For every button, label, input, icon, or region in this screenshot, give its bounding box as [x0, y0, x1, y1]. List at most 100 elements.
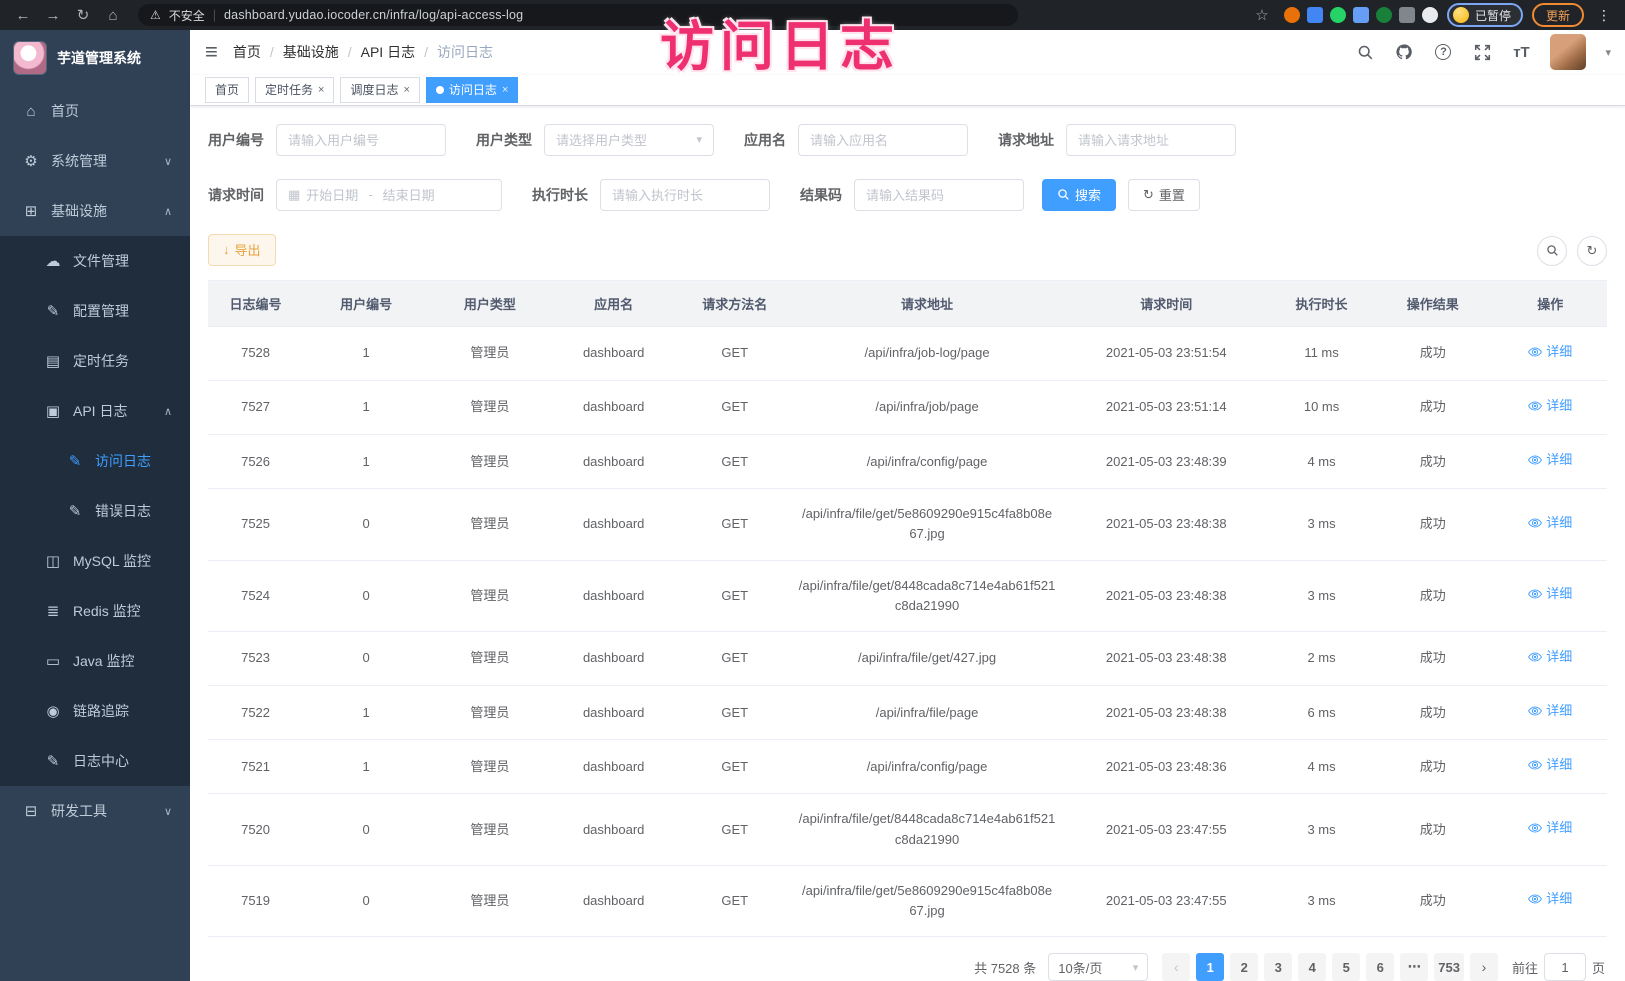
- sidebar-item-dev-tools[interactable]: ⊟研发工具∨: [0, 786, 190, 836]
- page-size-select[interactable]: 10条/页 ▾: [1048, 953, 1148, 981]
- sidebar-item-redis[interactable]: ≣Redis 监控: [0, 586, 190, 636]
- toggle-search-button[interactable]: [1537, 236, 1567, 266]
- close-icon[interactable]: ×: [318, 84, 324, 96]
- font-size-icon[interactable]: ᴛT: [1511, 42, 1531, 62]
- app-cell: dashboard: [551, 686, 677, 740]
- extension-icon[interactable]: [1399, 7, 1415, 23]
- tab-定时任务[interactable]: 定时任务×: [255, 77, 334, 103]
- goto-page-input[interactable]: 1: [1544, 953, 1586, 981]
- sidebar-item-trace[interactable]: ◉链路追踪: [0, 686, 190, 736]
- sidebar-item-java[interactable]: ▭Java 监控: [0, 636, 190, 686]
- browser-reload-icon[interactable]: ↻: [70, 6, 96, 24]
- breadcrumb-item[interactable]: 首页: [233, 42, 261, 62]
- address-bar[interactable]: ⚠ 不安全 | dashboard.yudao.iocoder.cn/infra…: [138, 4, 1018, 26]
- page-button-753[interactable]: 753: [1434, 953, 1464, 981]
- browser-update-button[interactable]: 更新: [1532, 3, 1584, 27]
- detail-link[interactable]: 详细: [1528, 450, 1572, 470]
- avatar-caret-icon[interactable]: ▾: [1605, 46, 1611, 59]
- hamburger-icon[interactable]: ≡: [190, 39, 233, 65]
- detail-link[interactable]: 详细: [1528, 396, 1572, 416]
- bookmark-star-icon[interactable]: ☆: [1249, 6, 1275, 24]
- refresh-icon: ↻: [1143, 187, 1154, 203]
- profile-chip[interactable]: 已暂停: [1447, 3, 1523, 27]
- detail-link[interactable]: 详细: [1528, 647, 1572, 667]
- tab-调度日志[interactable]: 调度日志×: [340, 77, 419, 103]
- page-button-3[interactable]: 3: [1264, 953, 1292, 981]
- search-button[interactable]: 搜索: [1042, 179, 1116, 211]
- request-url-input[interactable]: 请输入请求地址: [1066, 124, 1236, 156]
- user-type-cell: 管理员: [429, 489, 551, 560]
- extension-icon[interactable]: [1376, 7, 1392, 23]
- sidebar-item-log-center[interactable]: ✎日志中心: [0, 736, 190, 786]
- browser-forward-icon[interactable]: →: [40, 7, 66, 24]
- browser-home-icon[interactable]: ⌂: [100, 7, 126, 24]
- url-cell: /api/infra/job/page: [793, 380, 1062, 434]
- user-avatar[interactable]: [1550, 34, 1586, 70]
- sidebar-item-config[interactable]: ✎配置管理: [0, 286, 190, 336]
- extension-icon[interactable]: [1330, 7, 1346, 23]
- tab-首页[interactable]: 首页: [205, 77, 249, 103]
- breadcrumb-item[interactable]: API 日志: [361, 42, 415, 62]
- filter-request-time: 请求时间 ▦ 开始日期 - 结束日期: [208, 179, 502, 211]
- browser-menu-icon[interactable]: ⋮: [1593, 7, 1615, 24]
- result-code-input[interactable]: 请输入结果码: [854, 179, 1024, 211]
- sidebar-item-infra[interactable]: ⊞基础设施∧: [0, 186, 190, 236]
- detail-link[interactable]: 详细: [1528, 889, 1572, 909]
- page-button-6[interactable]: 6: [1366, 953, 1394, 981]
- page-button-4[interactable]: 4: [1298, 953, 1326, 981]
- user-type-select[interactable]: 请选择用户类型 ▾: [544, 124, 714, 156]
- next-page-button[interactable]: ›: [1470, 953, 1498, 981]
- sidebar-item-mysql[interactable]: ◫MySQL 监控: [0, 536, 190, 586]
- detail-link[interactable]: 详细: [1528, 342, 1572, 362]
- github-icon[interactable]: [1394, 42, 1414, 62]
- page-button-5[interactable]: 5: [1332, 953, 1360, 981]
- sidebar-item-home[interactable]: ⌂首页: [0, 86, 190, 136]
- prev-page-button[interactable]: ‹: [1162, 953, 1190, 981]
- browser-back-icon[interactable]: ←: [10, 7, 36, 24]
- extension-icon[interactable]: [1307, 7, 1323, 23]
- export-button[interactable]: ↓ 导出: [208, 234, 276, 266]
- sidebar-item-label: 研发工具: [51, 801, 107, 821]
- duration-input[interactable]: 请输入执行时长: [600, 179, 770, 211]
- help-icon[interactable]: ?: [1433, 42, 1453, 62]
- system-icon: ⚙: [20, 152, 42, 170]
- detail-link[interactable]: 详细: [1528, 701, 1572, 721]
- detail-link[interactable]: 详细: [1528, 755, 1572, 775]
- fullscreen-icon[interactable]: [1472, 42, 1492, 62]
- app-logo[interactable]: 芋道管理系统: [0, 30, 190, 86]
- sidebar-item-label: 访问日志: [95, 451, 151, 471]
- breadcrumb-item[interactable]: 基础设施: [283, 42, 339, 62]
- sidebar-item-file[interactable]: ☁文件管理: [0, 236, 190, 286]
- access-log-icon: ✎: [64, 452, 86, 470]
- tab-访问日志[interactable]: 访问日志×: [426, 77, 518, 103]
- log-id-cell: 7528: [208, 326, 303, 380]
- duration-cell: 2 ms: [1271, 631, 1372, 685]
- close-icon[interactable]: ×: [502, 84, 508, 96]
- extension-icon[interactable]: [1353, 7, 1369, 23]
- page-button-2[interactable]: 2: [1230, 953, 1258, 981]
- log-id-cell: 7521: [208, 740, 303, 794]
- detail-link[interactable]: 详细: [1528, 584, 1572, 604]
- sidebar-item-api-log[interactable]: ▣API 日志∧: [0, 386, 190, 436]
- sidebar-item-label: 日志中心: [73, 751, 129, 771]
- sidebar-item-job[interactable]: ▤定时任务: [0, 336, 190, 386]
- detail-link[interactable]: 详细: [1528, 513, 1572, 533]
- refresh-table-button[interactable]: ↻: [1577, 236, 1607, 266]
- sidebar-item-access-log[interactable]: ✎ 访问日志: [0, 436, 190, 486]
- user-id-input[interactable]: 请输入用户编号: [276, 124, 446, 156]
- app-name-input[interactable]: 请输入应用名: [798, 124, 968, 156]
- date-range-picker[interactable]: ▦ 开始日期 - 结束日期: [276, 179, 502, 211]
- page-content: 用户编号 请输入用户编号 用户类型 请选择用户类型 ▾ 应用名 请输入应用名 请…: [190, 106, 1625, 981]
- extension-icon[interactable]: [1422, 7, 1438, 23]
- breadcrumb-separator: /: [270, 44, 274, 60]
- sidebar-item-system[interactable]: ⚙系统管理∨: [0, 136, 190, 186]
- detail-link[interactable]: 详细: [1528, 818, 1572, 838]
- extension-icon[interactable]: [1284, 7, 1300, 23]
- page-button-1[interactable]: 1: [1196, 953, 1224, 981]
- reset-button[interactable]: ↻ 重置: [1128, 179, 1200, 211]
- navbar-actions: ? ᴛT ▾: [1355, 34, 1625, 70]
- header-search-icon[interactable]: [1355, 42, 1375, 62]
- sidebar-item-error-log[interactable]: ✎错误日志: [0, 486, 190, 536]
- close-icon[interactable]: ×: [403, 84, 409, 96]
- extension-icons: [1284, 7, 1438, 23]
